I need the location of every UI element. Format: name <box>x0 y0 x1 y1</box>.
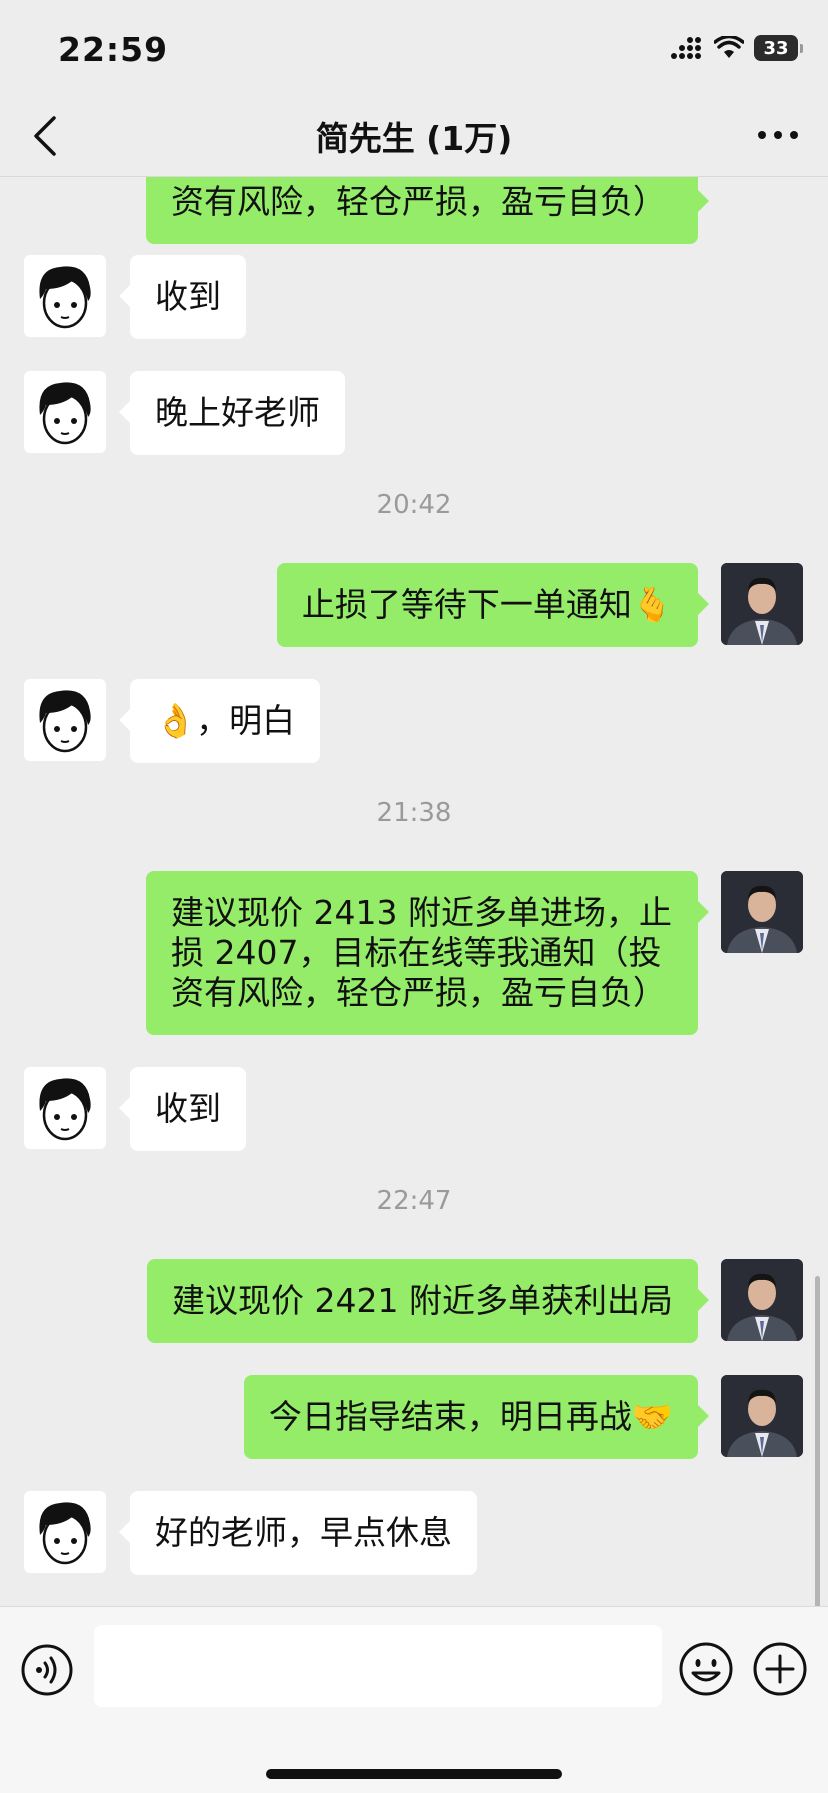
status-icons: 33 <box>670 33 803 63</box>
self-avatar[interactable] <box>721 1259 803 1341</box>
message-text: 晚上好老师 <box>155 393 320 432</box>
message-bubble-outgoing[interactable]: 建议现价 2413 附近多单进场，止 损 2407，目标在线等我通知（投 资有风… <box>146 871 709 1035</box>
contact-avatar[interactable] <box>24 679 106 761</box>
status-bar: 22:59 33 <box>0 0 828 98</box>
message-text: 止损了等待下一单通知🫰 <box>301 585 673 624</box>
timestamp: 21:38 <box>376 798 452 828</box>
message-input[interactable] <box>94 1625 662 1707</box>
message-text: 好的老师，早点休息 <box>155 1513 452 1552</box>
message-bubble-outgoing[interactable]: 资有风险，轻仓严损，盈亏自负） <box>146 176 709 244</box>
contact-avatar[interactable] <box>24 371 106 453</box>
chat-messages[interactable]: 资有风险，轻仓严损，盈亏自负） 收到 晚上好老师 20:42 止损了等待下一单通… <box>0 176 828 1606</box>
self-avatar[interactable] <box>721 871 803 953</box>
message-bubble-incoming[interactable]: 👌，明白 <box>118 679 321 763</box>
message-bubble-outgoing[interactable]: 今日指导结束，明日再战🤝 <box>243 1375 710 1459</box>
voice-icon[interactable] <box>20 1643 74 1697</box>
message-text: 👌，明白 <box>155 701 296 740</box>
contact-avatar[interactable] <box>24 1491 106 1573</box>
emoji-icon[interactable] <box>678 1641 734 1697</box>
message-bubble-outgoing[interactable]: 建议现价 2421 附近多单获利出局 <box>147 1259 709 1343</box>
message-bubble-incoming[interactable]: 收到 <box>119 1067 246 1151</box>
input-bar <box>0 1606 828 1793</box>
message-bubble-incoming[interactable]: 好的老师，早点休息 <box>119 1491 477 1575</box>
timestamp: 20:42 <box>376 490 452 520</box>
message-text: 收到 <box>155 277 221 316</box>
message-text-line: 建议现价 2413 附近多单进场，止 <box>171 893 672 932</box>
chat-header: 简先生 (1万) <box>0 98 828 177</box>
chat-title: 简先生 (1万) <box>315 119 513 158</box>
message-text: 收到 <box>155 1089 221 1128</box>
message-text: 资有风险，轻仓严损，盈亏自负） <box>171 182 666 221</box>
message-text: 今日指导结束，明日再战🤝 <box>268 1397 673 1436</box>
plus-icon[interactable] <box>752 1641 808 1697</box>
message-text-line: 资有风险，轻仓严损，盈亏自负） <box>171 973 666 1012</box>
message-bubble-incoming[interactable]: 晚上好老师 <box>119 371 345 455</box>
message-bubble-outgoing[interactable]: 止损了等待下一单通知🫰 <box>276 563 710 647</box>
contact-avatar[interactable] <box>24 1067 106 1149</box>
message-bubble-incoming[interactable]: 收到 <box>119 255 246 339</box>
more-icon[interactable] <box>756 120 800 150</box>
message-text-line: 损 2407，目标在线等我通知（投 <box>171 933 662 972</box>
battery-indicator: 33 <box>754 35 803 61</box>
status-time: 22:59 <box>58 30 169 69</box>
timestamp: 22:47 <box>376 1186 452 1216</box>
home-indicator[interactable] <box>266 1769 562 1779</box>
self-avatar[interactable] <box>721 563 803 645</box>
scrollbar[interactable] <box>815 1276 820 1606</box>
contact-avatar[interactable] <box>24 255 106 337</box>
wifi-icon <box>714 36 744 58</box>
signal-icon <box>671 37 701 59</box>
self-avatar[interactable] <box>721 1375 803 1457</box>
message-text: 建议现价 2421 附近多单获利出局 <box>172 1281 673 1320</box>
